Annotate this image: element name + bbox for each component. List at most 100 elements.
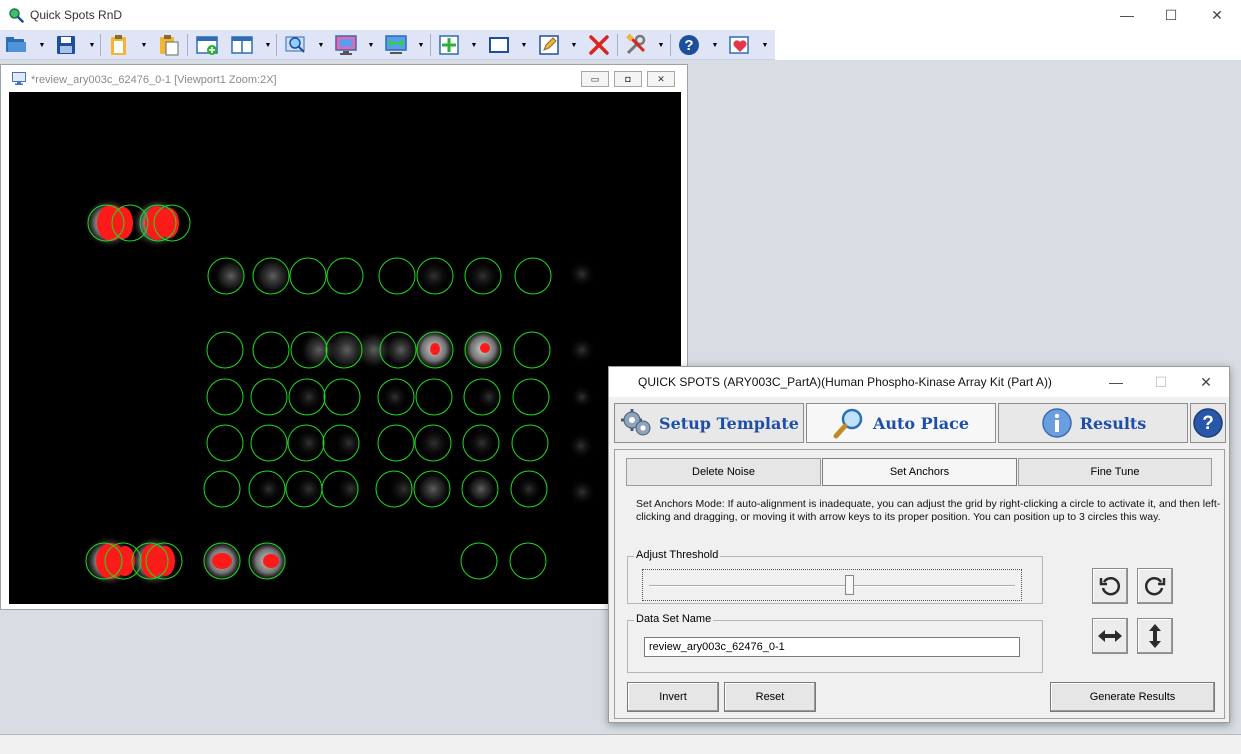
fit-width-button[interactable] bbox=[384, 33, 408, 57]
clipboard-button[interactable] bbox=[107, 33, 131, 57]
spot-signal-layer bbox=[83, 197, 596, 587]
dataset-name-input[interactable] bbox=[644, 637, 1020, 657]
add-grid-button[interactable] bbox=[437, 33, 461, 57]
grid-circle[interactable] bbox=[377, 424, 415, 462]
clipboard-icon bbox=[111, 35, 126, 55]
edit-dropdown[interactable]: ▼ bbox=[570, 40, 578, 50]
edit-button[interactable] bbox=[537, 33, 561, 57]
grid-circle[interactable] bbox=[289, 257, 327, 295]
grid-circle[interactable] bbox=[323, 378, 361, 416]
fit-width-dropdown[interactable]: ▼ bbox=[417, 40, 425, 50]
tools-dropdown[interactable]: ▼ bbox=[657, 40, 665, 50]
threshold-slider-track bbox=[649, 585, 1015, 587]
spot-glow bbox=[416, 258, 452, 294]
rectangle-select-dropdown[interactable]: ▼ bbox=[520, 40, 528, 50]
new-window-button[interactable] bbox=[195, 33, 219, 57]
grid-circle[interactable] bbox=[460, 542, 498, 580]
viewport-minimize-button[interactable]: ▭ bbox=[581, 71, 609, 87]
help-dropdown[interactable]: ▼ bbox=[711, 40, 719, 50]
array-image[interactable] bbox=[9, 92, 681, 604]
grid-circle[interactable] bbox=[378, 257, 416, 295]
rectangle-select-button[interactable] bbox=[487, 33, 511, 57]
tab-results[interactable]: Results bbox=[998, 403, 1188, 443]
dialog-help-button[interactable]: ? bbox=[1190, 403, 1226, 443]
paste-button[interactable] bbox=[157, 33, 181, 57]
tools-button[interactable] bbox=[624, 33, 648, 57]
save-dropdown[interactable]: ▼ bbox=[88, 40, 96, 50]
gear-icon bbox=[621, 409, 651, 436]
close-button[interactable]: ✕ bbox=[1194, 0, 1240, 30]
quick-spots-dialog[interactable]: QUICK SPOTS (ARY003C_PartA)(Human Phosph… bbox=[608, 366, 1230, 723]
stretch-horizontal-button[interactable] bbox=[1092, 618, 1128, 654]
grid-circle[interactable] bbox=[206, 424, 244, 462]
saturated-spot bbox=[430, 343, 440, 355]
maximize-button[interactable]: ☐ bbox=[1148, 0, 1194, 30]
tools-icon bbox=[626, 33, 646, 55]
grid-circle[interactable] bbox=[326, 257, 364, 295]
delete-button[interactable] bbox=[587, 33, 611, 57]
reset-button[interactable]: Reset bbox=[724, 682, 816, 712]
help-icon: ? bbox=[679, 35, 699, 55]
grid-circle[interactable] bbox=[203, 470, 241, 508]
help-button[interactable]: ? bbox=[677, 33, 701, 57]
grid-circle[interactable] bbox=[206, 331, 244, 369]
grid-circle[interactable] bbox=[513, 331, 551, 369]
dialog-titlebar: QUICK SPOTS (ARY003C_PartA)(Human Phosph… bbox=[609, 367, 1229, 397]
display-settings-button[interactable] bbox=[334, 33, 358, 57]
grid-circle[interactable] bbox=[206, 378, 244, 416]
generate-results-button[interactable]: Generate Results bbox=[1050, 682, 1215, 712]
open-folder-button[interactable] bbox=[4, 33, 28, 57]
rotate-cw-button[interactable] bbox=[1137, 568, 1173, 604]
spot-glow bbox=[255, 475, 283, 503]
grid-circle[interactable] bbox=[250, 378, 288, 416]
invert-button[interactable]: Invert bbox=[627, 682, 719, 712]
dialog-maximize-button: ☐ bbox=[1154, 373, 1168, 390]
rotate-ccw-button[interactable] bbox=[1092, 568, 1128, 604]
viewport-maximize-button[interactable]: ◘ bbox=[614, 71, 642, 87]
auto-place-panel: Delete Noise Set Anchors Fine Tune Set A… bbox=[614, 449, 1225, 719]
add-grid-dropdown[interactable]: ▼ bbox=[470, 40, 478, 50]
spot-glow bbox=[335, 473, 367, 505]
threshold-slider[interactable] bbox=[642, 569, 1022, 601]
magnify-image-button[interactable] bbox=[284, 33, 308, 57]
spot-glow bbox=[568, 478, 596, 506]
mode-description: Set Anchors Mode: If auto-alignment is i… bbox=[636, 498, 1221, 523]
app-magnifier-icon bbox=[9, 8, 24, 23]
dialog-minimize-button[interactable]: — bbox=[1093, 367, 1139, 397]
split-view-icon bbox=[231, 36, 253, 54]
display-settings-dropdown[interactable]: ▼ bbox=[367, 40, 375, 50]
svg-text:?: ? bbox=[684, 37, 693, 54]
tab-auto-place[interactable]: Auto Place bbox=[806, 403, 996, 443]
viewport-window-icon bbox=[12, 72, 26, 85]
grid-circle[interactable] bbox=[252, 331, 290, 369]
health-report-button[interactable] bbox=[728, 33, 752, 57]
grid-circle[interactable] bbox=[509, 542, 547, 580]
subtab-fine-tune[interactable]: Fine Tune bbox=[1018, 458, 1212, 486]
tab-setup-template[interactable]: Setup Template bbox=[614, 403, 804, 443]
dialog-close-button[interactable]: ✕ bbox=[1183, 367, 1229, 397]
clipboard-dropdown[interactable]: ▼ bbox=[140, 40, 148, 50]
subtab-delete-noise[interactable]: Delete Noise bbox=[626, 458, 821, 486]
health-report-dropdown[interactable]: ▼ bbox=[761, 40, 769, 50]
viewport-close-button[interactable]: ✕ bbox=[647, 71, 675, 87]
grid-circle[interactable] bbox=[514, 257, 552, 295]
minimize-button[interactable]: — bbox=[1104, 0, 1150, 30]
threshold-slider-thumb[interactable] bbox=[845, 575, 854, 595]
magnifier-icon bbox=[833, 408, 863, 439]
split-view-button[interactable] bbox=[230, 33, 254, 57]
split-view-dropdown[interactable]: ▼ bbox=[264, 40, 272, 50]
open-folder-dropdown[interactable]: ▼ bbox=[38, 40, 46, 50]
grid-circle[interactable] bbox=[512, 378, 550, 416]
magnify-image-dropdown[interactable]: ▼ bbox=[317, 40, 325, 50]
grid-circle[interactable] bbox=[250, 424, 288, 462]
array-image-canvas[interactable] bbox=[9, 92, 681, 604]
grid-circle[interactable] bbox=[511, 424, 549, 462]
save-button[interactable] bbox=[54, 33, 78, 57]
grid-circle[interactable] bbox=[415, 378, 453, 416]
viewport-window[interactable]: *review_ary003c_62476_0-1 [Viewport1 Zoo… bbox=[0, 64, 688, 610]
stretch-vertical-button[interactable] bbox=[1137, 618, 1173, 654]
dialog-title: QUICK SPOTS (ARY003C_PartA)(Human Phosph… bbox=[638, 375, 1052, 389]
subtab-set-anchors[interactable]: Set Anchors bbox=[822, 458, 1017, 486]
status-bar bbox=[0, 734, 1241, 754]
new-window-icon bbox=[196, 36, 218, 55]
